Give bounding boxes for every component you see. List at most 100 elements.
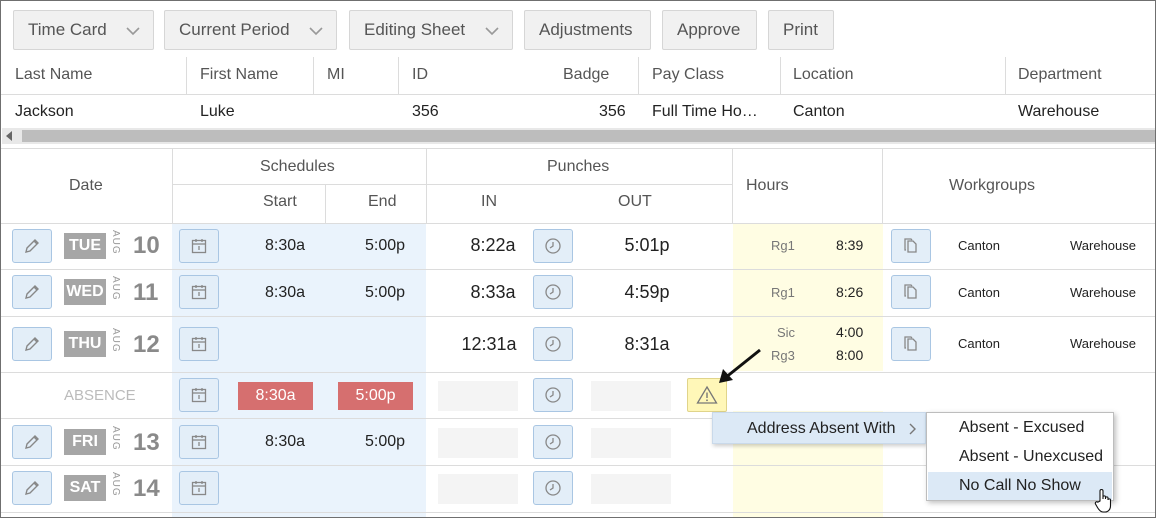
chevron-down-icon [126,27,140,36]
schedule-end[interactable]: 5:00p [345,284,425,302]
id-header[interactable]: ID [412,66,428,84]
absence-submenu: Absent - Excused Absent - Unexcused No C… [926,412,1114,501]
punch-clock-button[interactable] [533,425,573,459]
adjustments-button[interactable]: Adjustments [524,10,651,50]
time-card-dropdown[interactable]: Time Card [13,10,154,50]
punch-out[interactable]: 5:01p [607,235,687,256]
absence-label: ABSENCE [64,387,136,404]
submenu-item-absent-unexcused[interactable]: Absent - Unexcused [928,443,1112,471]
copy-icon [904,336,917,351]
hours-code: Rg1 [771,285,795,300]
schedule-button[interactable] [179,425,219,459]
hours-value: 8:26 [836,284,864,300]
schedule-button[interactable] [179,378,219,412]
horizontal-scrollbar[interactable] [2,128,1155,144]
punch-in[interactable]: 8:22a [453,235,533,256]
punch-in-empty[interactable] [438,428,518,458]
submenu-item-no-call-no-show[interactable]: No Call No Show [928,472,1112,500]
submenu-item-absent-excused[interactable]: Absent - Excused [928,414,1112,442]
workgroups-header: Workgroups [949,177,1035,194]
mi-header[interactable]: MI [327,66,345,84]
punch-out[interactable]: 8:31a [607,334,687,355]
first-name-header[interactable]: First Name [200,66,278,84]
location-header[interactable]: Location [793,66,854,84]
hours-value: 8:39 [836,237,864,253]
badge-header[interactable]: Badge [563,66,609,84]
department-header[interactable]: Department [1018,66,1102,84]
punch-clock-button[interactable] [533,378,573,412]
pencil-icon [25,481,39,495]
time-card-label: Time Card [28,20,107,39]
clock-icon [545,480,561,496]
pencil-icon [25,239,39,253]
day-of-week: SAT [64,475,106,501]
editing-sheet-dropdown[interactable]: Editing Sheet [349,10,513,50]
punch-in-empty[interactable] [438,381,518,411]
address-absent-menu-item[interactable]: Address Absent With [712,412,926,444]
calendar-icon [191,285,207,300]
workgroup-location: Canton [958,238,1000,253]
punch-in[interactable]: 12:31a [449,334,529,355]
absence-schedule-start[interactable]: 8:30a [238,382,313,410]
punch-in-empty[interactable] [438,474,518,504]
location-value: Canton [793,103,845,120]
hours-code: Sic [777,325,796,340]
calendar-icon [191,239,207,254]
in-header: IN [481,193,497,210]
punch-out-empty[interactable] [591,474,671,504]
schedule-start[interactable]: 8:30a [245,284,325,302]
punch-out[interactable]: 4:59p [607,282,687,303]
punch-clock-button[interactable] [533,275,573,309]
start-header: Start [263,193,297,210]
schedules-header: Schedules [260,158,335,175]
punch-in[interactable]: 8:33a [453,282,533,303]
schedule-start[interactable]: 8:30a [245,433,325,451]
workgroup-button[interactable] [891,327,931,361]
schedule-end[interactable]: 5:00p [345,433,425,451]
last-name-header[interactable]: Last Name [15,66,92,84]
day-of-week: WED [64,279,106,305]
annotation-arrow-icon [719,348,761,383]
schedule-button[interactable] [179,327,219,361]
edit-day-button[interactable] [12,229,52,263]
month-label: AUG [110,328,121,353]
hours-value: 4:00 [836,324,864,340]
day-number: 10 [133,232,160,259]
scroll-left-arrow-icon[interactable] [6,131,12,141]
edit-day-button[interactable] [12,275,52,309]
punch-out-empty[interactable] [591,428,671,458]
approve-button[interactable]: Approve [662,10,757,50]
timecard-window: Time Card Current Period Editing Sheet A… [0,0,1156,518]
print-button[interactable]: Print [768,10,834,50]
address-absent-label: Address Absent With [747,420,896,437]
scrollbar-thumb[interactable] [22,130,1155,142]
calendar-icon [191,435,207,450]
day-number: 14 [133,475,160,502]
clock-icon [545,387,561,403]
month-label: AUG [110,472,121,497]
workgroup-button[interactable] [891,275,931,309]
workgroup-button[interactable] [891,229,931,263]
id-value: 356 [412,103,439,120]
first-name-value: Luke [200,103,235,120]
punch-clock-button[interactable] [533,327,573,361]
punch-clock-button[interactable] [533,471,573,505]
end-header: End [368,193,397,210]
hours-value: 8:00 [836,347,864,363]
schedule-end[interactable]: 5:00p [345,237,425,255]
pay-class-header[interactable]: Pay Class [652,66,724,84]
absence-schedule-end[interactable]: 5:00p [338,382,413,410]
punch-out-empty[interactable] [591,381,671,411]
punch-clock-button[interactable] [533,229,573,263]
schedule-button[interactable] [179,471,219,505]
schedule-button[interactable] [179,229,219,263]
workgroup-department: Warehouse [1070,336,1136,351]
schedule-start[interactable]: 8:30a [245,237,325,255]
edit-day-button[interactable] [12,471,52,505]
current-period-dropdown[interactable]: Current Period [164,10,337,50]
day-number: 12 [133,331,160,358]
schedule-button[interactable] [179,275,219,309]
edit-day-button[interactable] [12,327,52,361]
edit-day-button[interactable] [12,425,52,459]
warning-triangle-icon [696,385,718,404]
